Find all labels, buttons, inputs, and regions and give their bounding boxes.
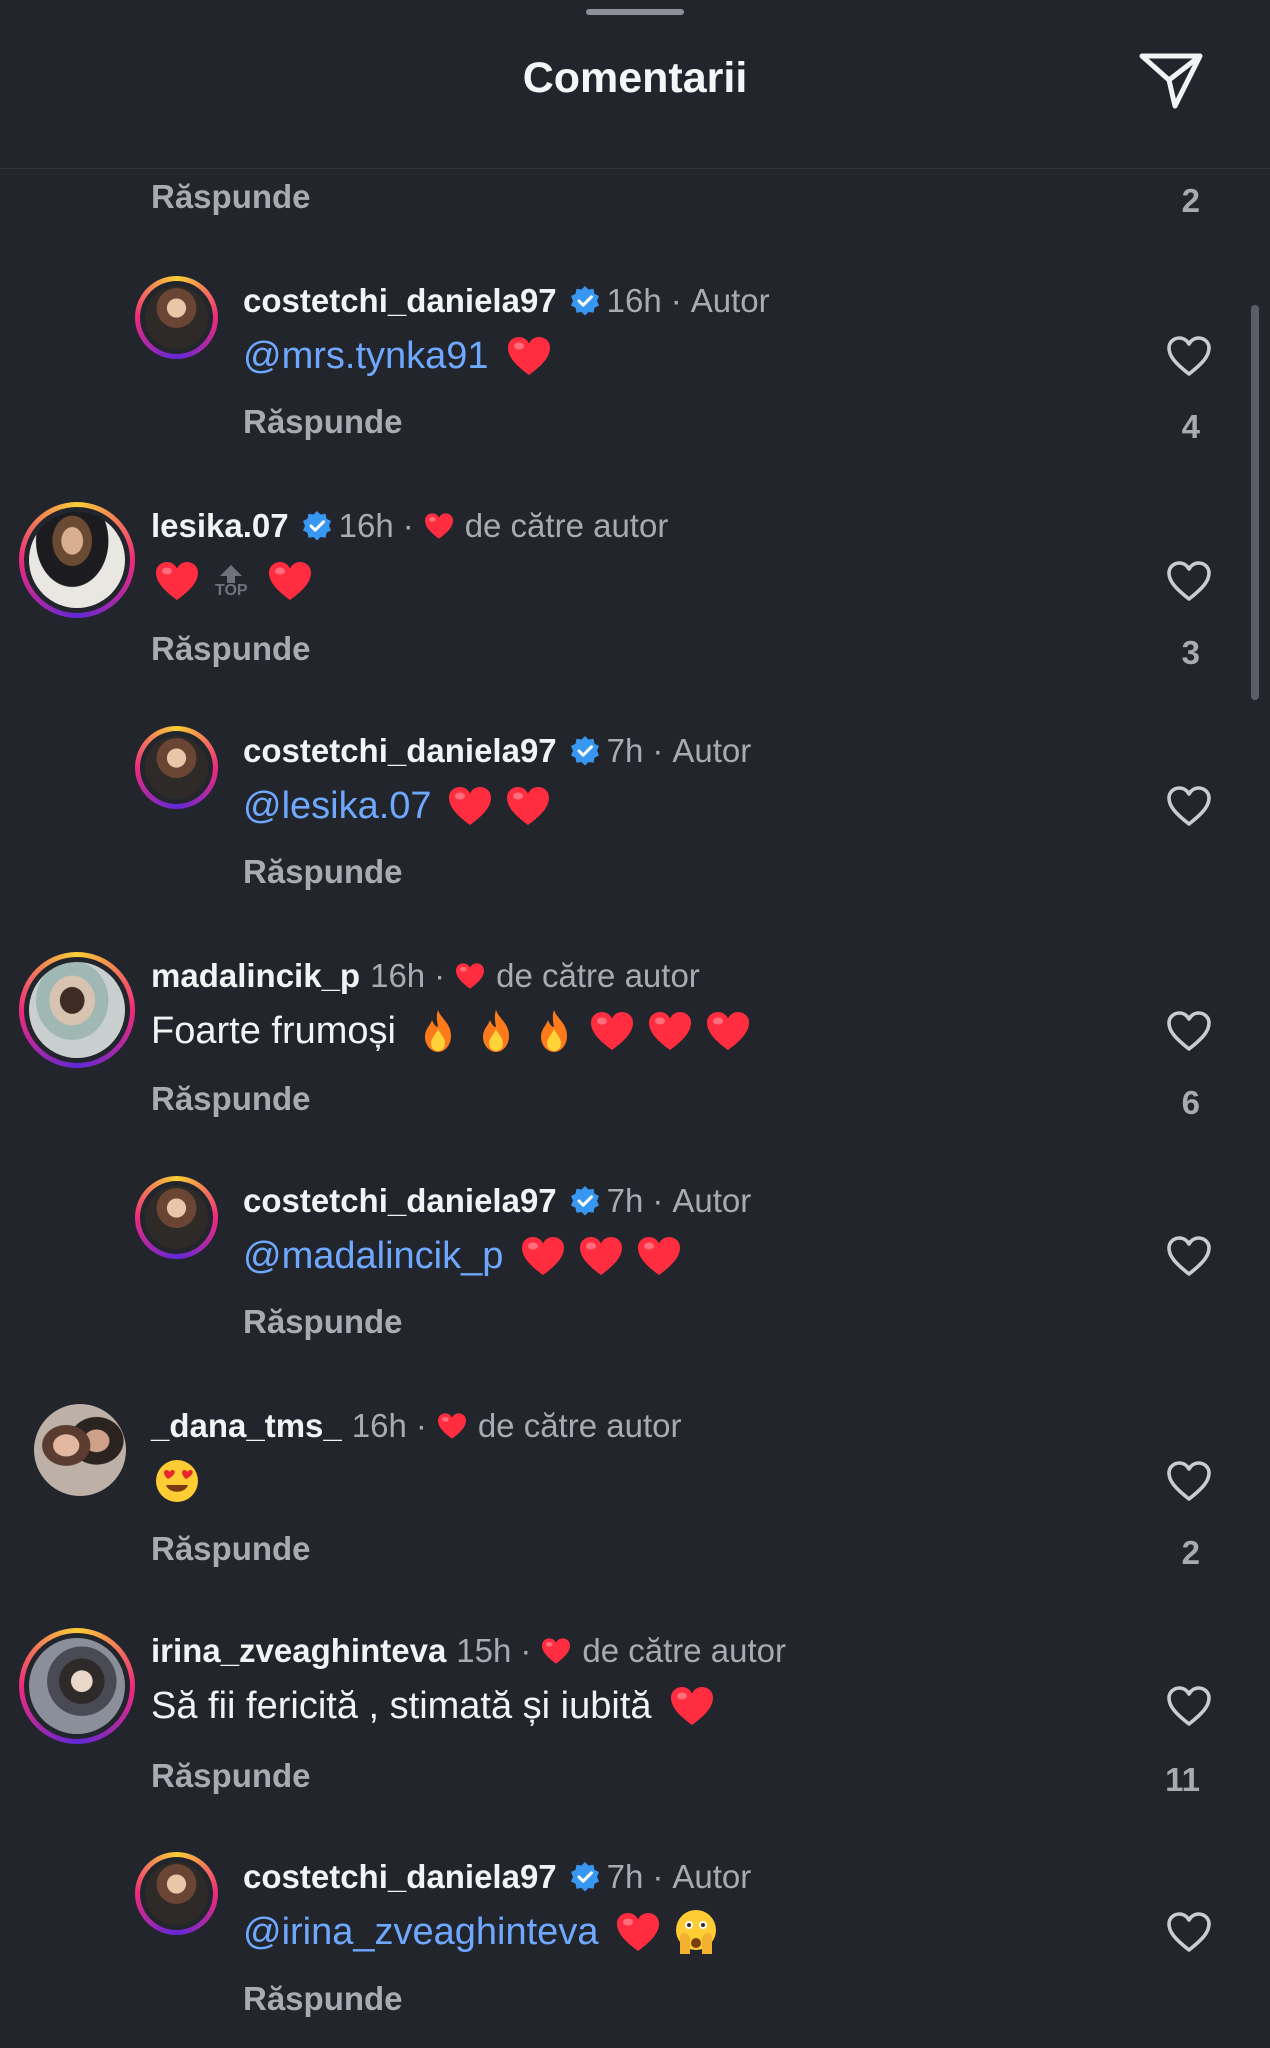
red-heart-emoji xyxy=(577,1232,625,1280)
liked-by-author-label: de către autor xyxy=(496,957,700,994)
comment-time: 7h xyxy=(606,1182,644,1219)
username[interactable]: costetchi_daniela97 xyxy=(243,1858,557,1896)
mention-link[interactable]: @irina_zveaghinteva xyxy=(243,1911,598,1954)
avatar[interactable] xyxy=(135,726,218,809)
reply-button[interactable]: Răspunde xyxy=(151,630,311,668)
comment-time: 15h xyxy=(456,1632,512,1669)
comment-text: Să fii fericită , stimată și iubită xyxy=(151,1684,652,1727)
verified-badge-icon xyxy=(569,285,601,317)
author-tag: Autor xyxy=(690,282,770,319)
red-heart-emoji xyxy=(266,557,314,605)
reply-button[interactable]: Răspunde xyxy=(151,1757,311,1795)
red-heart-icon xyxy=(454,961,486,991)
heart-eyes-emoji xyxy=(153,1457,201,1505)
heart-outline-icon[interactable] xyxy=(1165,1910,1213,1954)
send-icon[interactable] xyxy=(1136,48,1206,112)
red-heart-emoji xyxy=(446,782,494,830)
red-heart-emoji xyxy=(588,1007,636,1055)
mention-link[interactable]: @mrs.tynka91 xyxy=(243,335,489,378)
author-tag: Autor xyxy=(672,1858,752,1895)
avatar[interactable] xyxy=(135,1852,218,1935)
comments-sheet: Comentarii Răspunde 2 costetchi_daniela9… xyxy=(0,0,1270,2048)
avatar[interactable] xyxy=(19,952,135,1068)
username[interactable]: costetchi_daniela97 xyxy=(243,282,557,320)
red-heart-emoji xyxy=(668,1682,716,1730)
reply-button[interactable]: Răspunde xyxy=(243,853,403,891)
like-count: 3 xyxy=(1181,634,1200,671)
like-count: 11 xyxy=(1165,1761,1200,1798)
author-tag: Autor xyxy=(672,1182,752,1219)
like-count: 6 xyxy=(1181,1084,1200,1121)
red-heart-emoji xyxy=(505,332,553,380)
red-heart-icon xyxy=(436,1411,468,1441)
verified-badge-icon xyxy=(569,1185,601,1217)
red-heart-emoji xyxy=(519,1232,567,1280)
username[interactable]: madalincik_p xyxy=(151,957,360,995)
scrollbar[interactable] xyxy=(1251,305,1259,700)
red-heart-emoji xyxy=(635,1232,683,1280)
red-heart-icon xyxy=(540,1636,572,1666)
avatar[interactable] xyxy=(19,502,135,618)
verified-badge-icon xyxy=(569,735,601,767)
liked-by-author-label: de către autor xyxy=(582,1632,786,1669)
page-title: Comentarii xyxy=(522,54,748,102)
red-heart-emoji xyxy=(614,1908,662,1956)
author-tag: Autor xyxy=(672,732,752,769)
heart-outline-icon[interactable] xyxy=(1165,334,1213,378)
heart-outline-icon[interactable] xyxy=(1165,1684,1213,1728)
heart-outline-icon[interactable] xyxy=(1165,784,1213,828)
like-count: 2 xyxy=(1181,182,1200,219)
comment-time: 16h xyxy=(351,1407,407,1444)
red-heart-icon xyxy=(423,511,455,541)
reply-button[interactable]: Răspunde xyxy=(243,403,403,441)
verified-badge-icon xyxy=(301,510,333,542)
red-heart-emoji xyxy=(646,1007,694,1055)
avatar[interactable] xyxy=(135,1176,218,1259)
comment-time: 7h xyxy=(606,732,644,769)
username[interactable]: costetchi_daniela97 xyxy=(243,732,557,770)
sheet-header: Comentarii xyxy=(0,0,1270,169)
avatar[interactable] xyxy=(19,1628,135,1744)
reply-button[interactable]: Răspunde xyxy=(243,1980,403,2018)
face-with-open-eyes-and-hand-over-mouth-emoji xyxy=(672,1908,720,1956)
verified-badge-icon xyxy=(569,1861,601,1893)
arrow-up-icon xyxy=(220,565,243,583)
fire-emoji xyxy=(414,1007,462,1055)
heart-outline-icon[interactable] xyxy=(1165,1459,1213,1503)
mention-link[interactable]: @lesika.07 xyxy=(243,785,432,828)
avatar[interactable] xyxy=(34,1404,126,1496)
heart-outline-icon[interactable] xyxy=(1165,559,1213,603)
comment-time: 16h xyxy=(370,957,426,994)
comment-time: 16h xyxy=(338,507,394,544)
username[interactable]: _dana_tms_ xyxy=(151,1407,342,1445)
like-count: 2 xyxy=(1181,1534,1200,1571)
username[interactable]: irina_zveaghinteva xyxy=(151,1632,446,1670)
reply-button[interactable]: Răspunde xyxy=(151,1080,311,1118)
comment-time: 16h xyxy=(606,282,662,319)
liked-by-author-label: de către autor xyxy=(464,507,669,544)
heart-outline-icon[interactable] xyxy=(1165,1009,1213,1053)
fire-emoji xyxy=(530,1007,578,1055)
username[interactable]: costetchi_daniela97 xyxy=(243,1182,557,1220)
red-heart-emoji xyxy=(153,557,201,605)
top-badge: TOP xyxy=(215,564,248,599)
avatar[interactable] xyxy=(135,276,218,359)
comment-text: Foarte frumoși xyxy=(151,1009,396,1052)
top-label: TOP xyxy=(215,582,248,599)
like-count: 4 xyxy=(1181,408,1200,445)
reply-button[interactable]: Răspunde xyxy=(243,1303,403,1341)
comment-time: 7h xyxy=(606,1858,644,1895)
liked-by-author-label: de către autor xyxy=(477,1407,682,1444)
red-heart-emoji xyxy=(504,782,552,830)
mention-link[interactable]: @madalincik_p xyxy=(243,1235,503,1278)
red-heart-emoji xyxy=(704,1007,752,1055)
username[interactable]: lesika.07 xyxy=(151,507,289,545)
reply-button[interactable]: Răspunde xyxy=(151,178,311,216)
fire-emoji xyxy=(472,1007,520,1055)
heart-outline-icon[interactable] xyxy=(1165,1234,1213,1278)
reply-button[interactable]: Răspunde xyxy=(151,1530,311,1568)
drag-handle[interactable] xyxy=(586,9,684,15)
